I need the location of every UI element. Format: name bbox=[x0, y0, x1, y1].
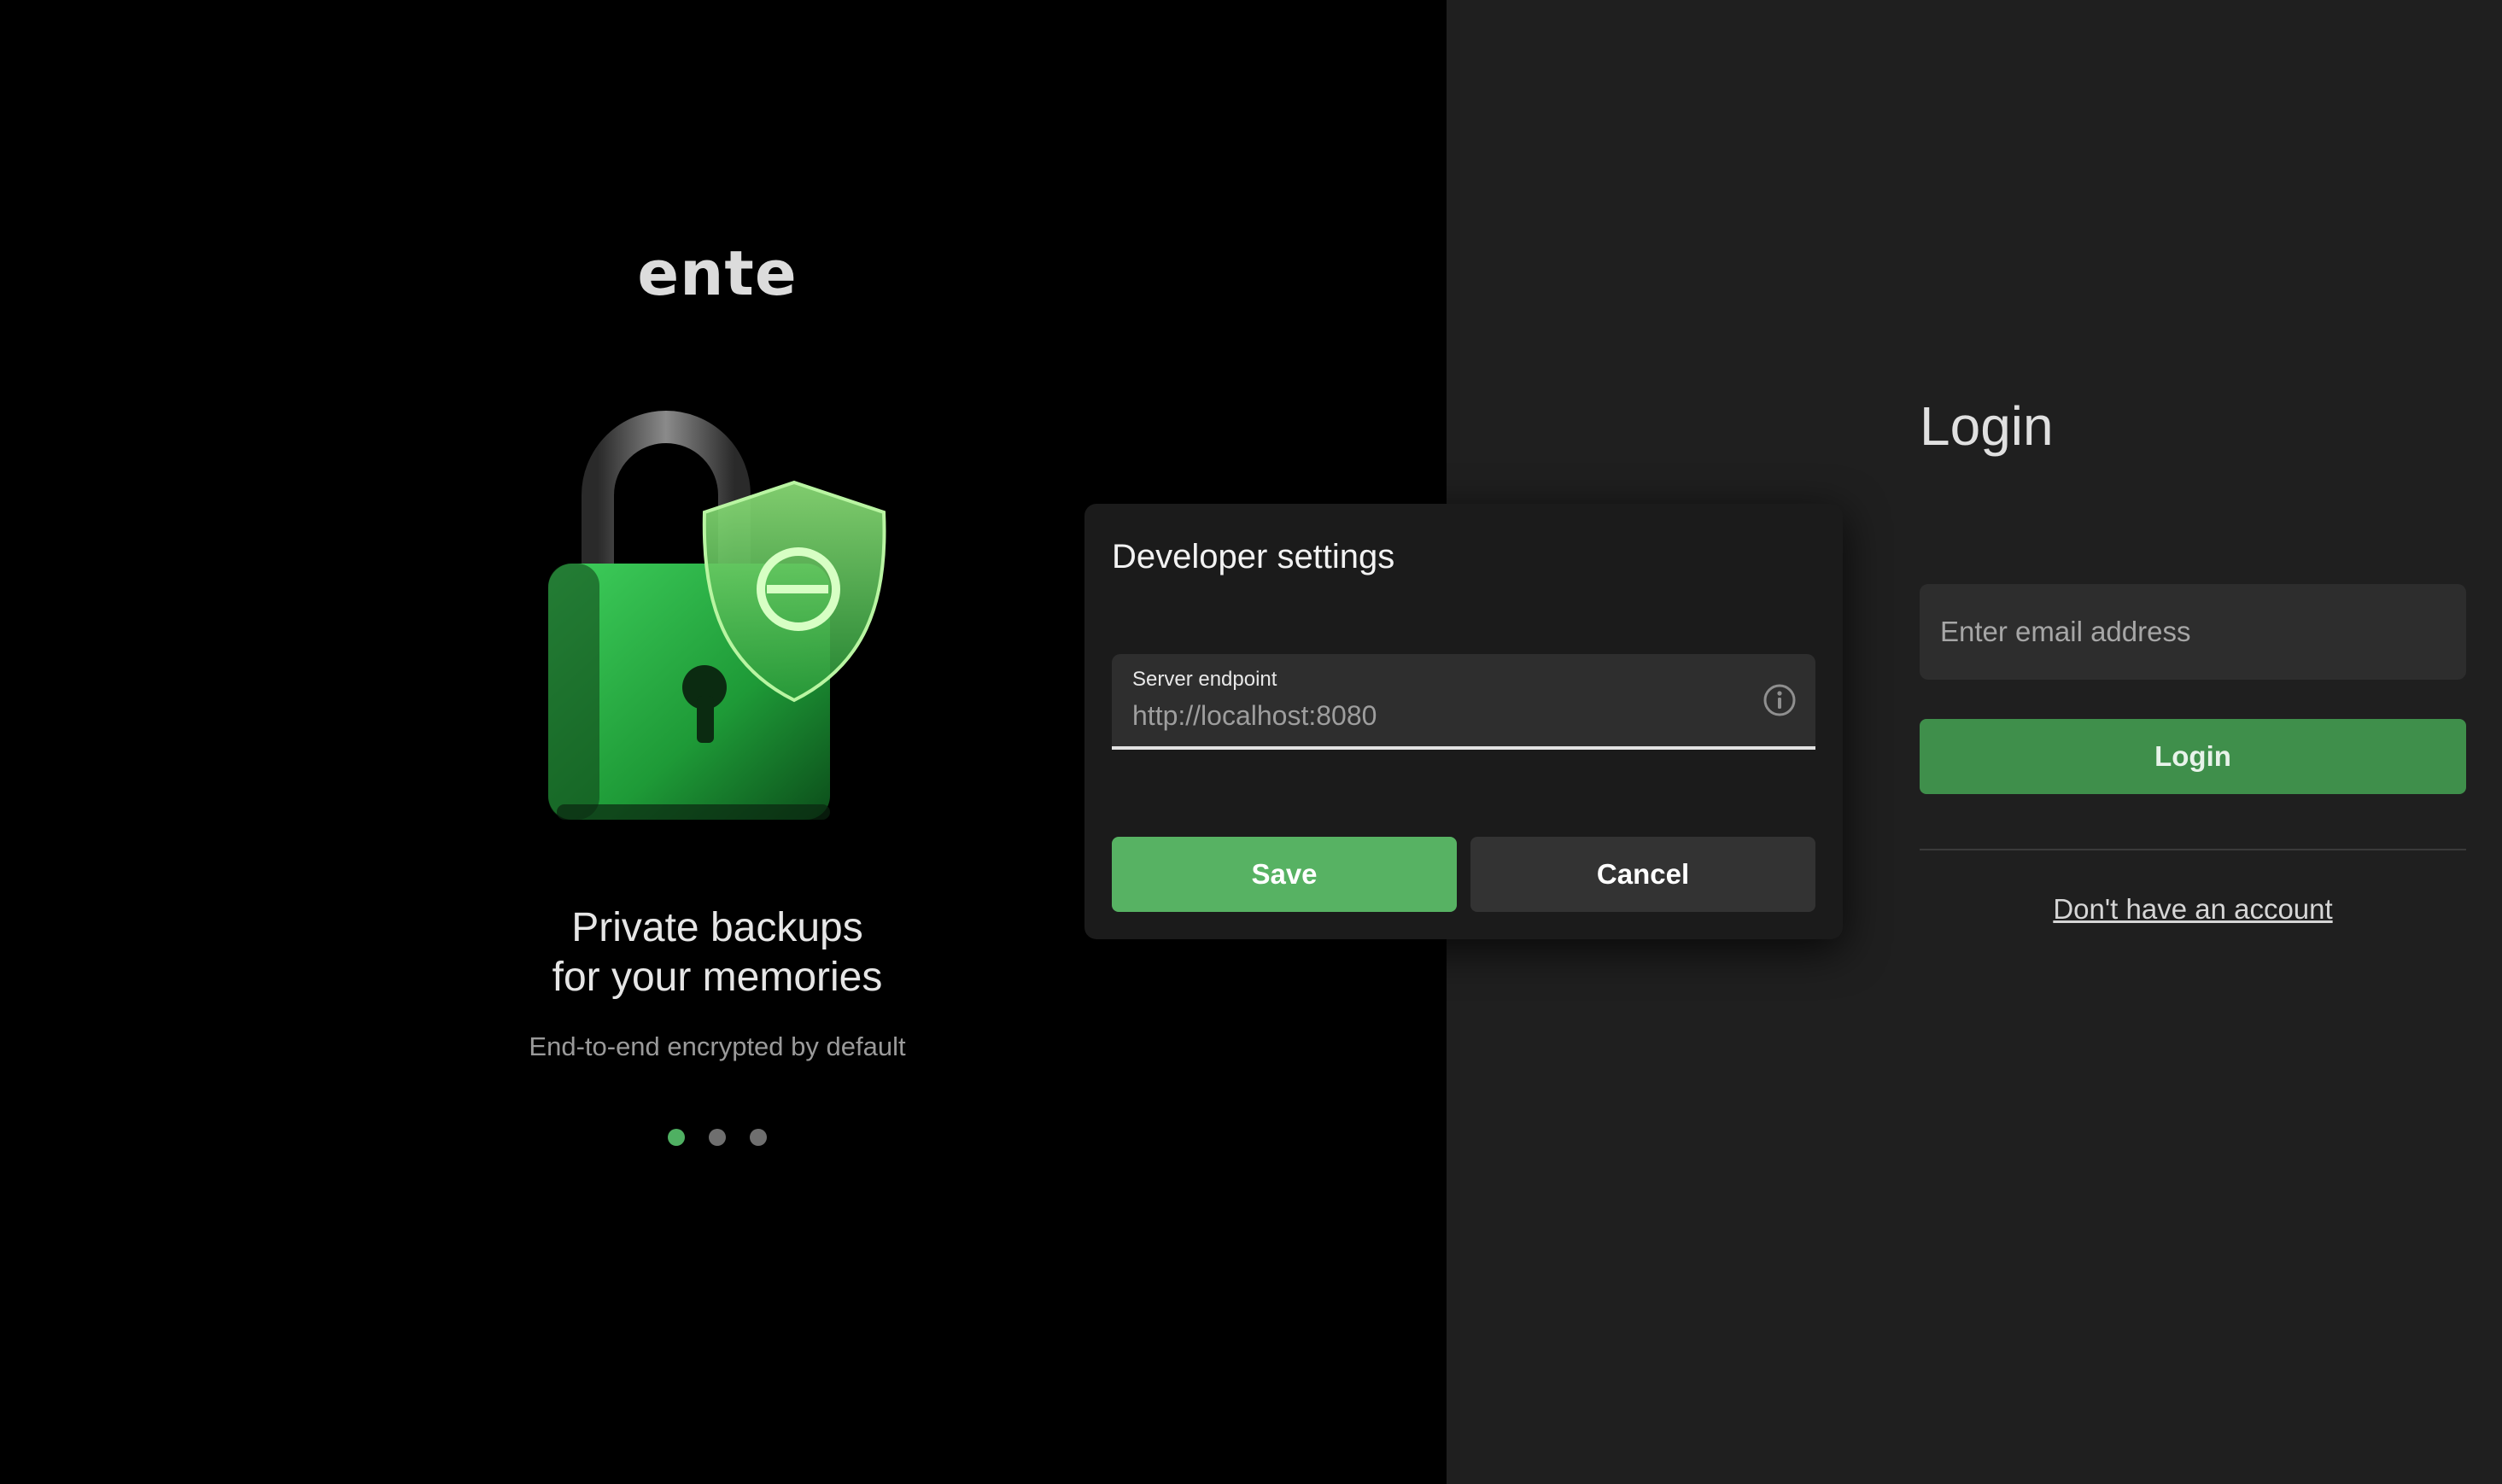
developer-settings-dialog: Developer settings Server endpoint http:… bbox=[1084, 504, 1843, 939]
app-logo: ente bbox=[637, 237, 798, 309]
carousel-subtitle: End-to-end encrypted by default bbox=[529, 1031, 906, 1061]
field-label: Server endpoint bbox=[1132, 668, 1277, 691]
login-button[interactable]: Login bbox=[1920, 719, 2466, 794]
dialog-title: Developer settings bbox=[1112, 538, 1395, 575]
signup-link[interactable]: Don't have an account bbox=[1920, 893, 2466, 926]
email-input[interactable] bbox=[1920, 584, 2466, 680]
carousel-dot-3[interactable] bbox=[750, 1129, 767, 1146]
cancel-button[interactable]: Cancel bbox=[1470, 837, 1815, 912]
field-value[interactable]: http://localhost:8080 bbox=[1132, 700, 1377, 732]
padlock-shield-icon bbox=[548, 411, 886, 820]
save-button[interactable]: Save bbox=[1112, 837, 1457, 912]
login-title: Login bbox=[1920, 395, 2054, 457]
carousel-pagination bbox=[0, 1129, 1435, 1146]
server-endpoint-field[interactable]: Server endpoint http://localhost:8080 bbox=[1112, 654, 1815, 750]
headline-line-2: for your memories bbox=[552, 955, 883, 1000]
info-icon[interactable] bbox=[1763, 683, 1797, 717]
carousel-dot-2[interactable] bbox=[709, 1129, 726, 1146]
carousel-dot-1[interactable] bbox=[668, 1129, 685, 1146]
login-divider bbox=[1920, 849, 2466, 850]
